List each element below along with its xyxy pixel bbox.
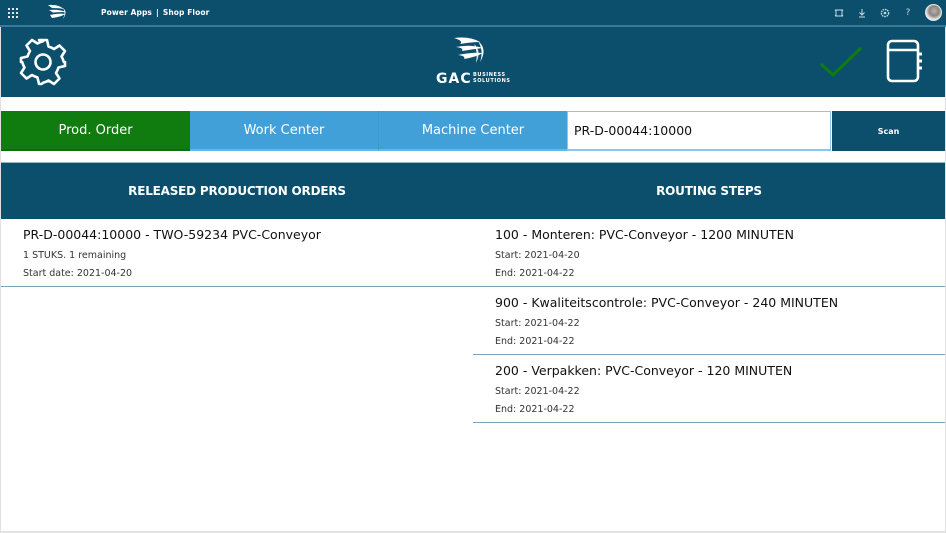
logo-gac-text: GAC: [436, 71, 472, 87]
order-list-item[interactable]: PR-D-00044:10000 - TWO-59234 PVC-Conveyo…: [1, 219, 473, 287]
routing-step-end: End: 2021-04-22: [495, 268, 575, 279]
logo-line-solutions: SOLUTIONS: [473, 77, 511, 84]
app-name: Shop Floor: [162, 8, 210, 17]
routing-step-title: 200 - Verpakken: PVC-Conveyor - 120 MINU…: [495, 363, 793, 378]
settings-icon[interactable]: [879, 6, 891, 20]
title-separator: |: [155, 8, 159, 17]
routing-step-item[interactable]: 900 - Kwaliteitscontrole: PVC-Conveyor -…: [473, 287, 945, 355]
routing-step-item[interactable]: 100 - Monteren: PVC-Conveyor - 1200 MINU…: [473, 219, 945, 287]
routing-step-title: 100 - Monteren: PVC-Conveyor - 1200 MINU…: [495, 227, 794, 242]
routing-step-title: 900 - Kwaliteitscontrole: PVC-Conveyor -…: [495, 295, 839, 310]
power-apps-logo: [48, 4, 66, 19]
routing-steps-header: ROUTING STEPS: [473, 163, 945, 219]
waffle-icon[interactable]: [8, 8, 18, 18]
routing-step-start: Start: 2021-04-22: [495, 386, 580, 397]
logo-subtitle: BUSINESS SOLUTIONS: [473, 72, 511, 84]
tab-work-center[interactable]: Work Center: [190, 111, 379, 151]
scan-button[interactable]: Scan: [832, 111, 945, 151]
app-title: Power Apps | Shop Floor: [101, 0, 209, 26]
download-icon[interactable]: [856, 6, 868, 20]
routing-step-start: Start: 2021-04-20: [495, 250, 580, 261]
routing-step-start: Start: 2021-04-22: [495, 318, 580, 329]
help-icon[interactable]: ?: [902, 6, 914, 20]
checkmark-icon[interactable]: [818, 42, 864, 82]
order-start-date: Start date: 2021-04-20: [23, 268, 133, 279]
order-title: PR-D-00044:10000 - TWO-59234 PVC-Conveyo…: [23, 227, 321, 242]
notebook-icon[interactable]: [884, 38, 924, 84]
gac-logo: GAC BUSINESS SOLUTIONS: [436, 36, 516, 88]
product-name: Power Apps: [101, 8, 152, 17]
app-header: GAC BUSINESS SOLUTIONS: [1, 27, 945, 97]
routing-step-end: End: 2021-04-22: [495, 404, 575, 415]
tab-prod-order[interactable]: Prod. Order: [1, 111, 190, 151]
routing-step-end: End: 2021-04-22: [495, 336, 575, 347]
tab-machine-center[interactable]: Machine Center: [379, 111, 567, 151]
routing-step-item[interactable]: 200 - Verpakken: PVC-Conveyor - 120 MINU…: [473, 355, 945, 423]
order-quantity: 1 STUKS. 1 remaining: [23, 250, 127, 261]
power-apps-top-bar: Power Apps | Shop Floor ?: [0, 0, 946, 26]
user-avatar[interactable]: [925, 4, 942, 21]
gear-icon[interactable]: [17, 36, 69, 88]
released-orders-header: RELEASED PRODUCTION ORDERS: [1, 163, 473, 219]
filter-tab-row: Prod. Order Work Center Machine Center S…: [1, 111, 945, 151]
gac-wing-icon: [454, 37, 484, 63]
search-input[interactable]: [567, 111, 831, 151]
fit-to-screen-icon[interactable]: [833, 6, 845, 20]
